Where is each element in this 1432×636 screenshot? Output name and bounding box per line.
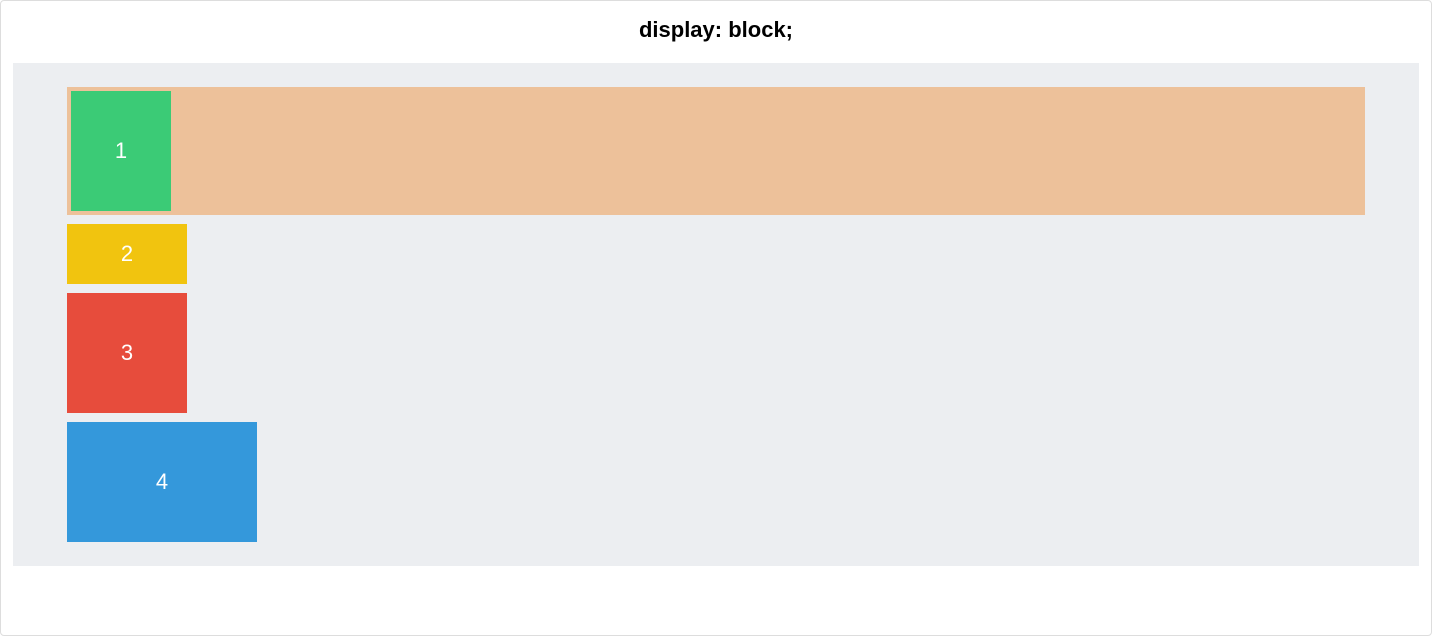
box-4: 4: [67, 422, 257, 542]
block-wrapper: 1 2 3 4: [67, 87, 1365, 542]
box-2: 2: [67, 224, 187, 284]
row-2: 2: [67, 224, 1365, 284]
diagram-container: 1 2 3 4: [13, 63, 1419, 566]
row-3: 3: [67, 293, 1365, 413]
box-3: 3: [67, 293, 187, 413]
row-4: 4: [67, 422, 1365, 542]
diagram-title: display: block;: [11, 17, 1421, 43]
box-1: 1: [71, 91, 171, 211]
row-highlighted: 1: [67, 87, 1365, 215]
